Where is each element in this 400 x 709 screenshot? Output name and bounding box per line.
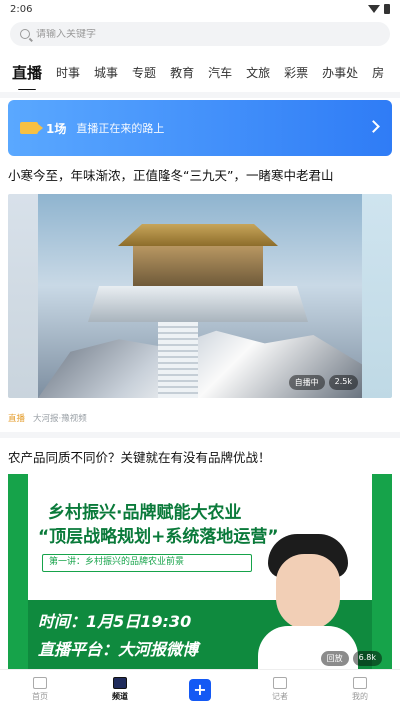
nav-channels-label: 频道 [112, 692, 128, 701]
status-time: 2:06 [10, 3, 33, 15]
tab-education[interactable]: 教育 [170, 64, 194, 81]
home-icon [33, 677, 47, 689]
live-banner[interactable]: 1场 直播正在来的路上 [8, 100, 392, 156]
temple-roof [118, 224, 278, 246]
promo-title: 乡村振兴·品牌赋能大农业 [48, 503, 242, 523]
tab-topics[interactable]: 专题 [132, 64, 156, 81]
nav-reporter[interactable]: 记者 [240, 670, 320, 709]
wifi-icon [368, 5, 380, 13]
battery-icon [384, 4, 390, 14]
view-count-badge: 6.8k [352, 651, 382, 666]
reporter-icon [273, 677, 287, 689]
live-banner-text: 直播正在来的路上 [76, 122, 165, 135]
plus-icon: + [189, 678, 211, 701]
temple-stairs [158, 322, 198, 398]
article-meta: 直播 大河报·豫视频 [8, 412, 87, 424]
image-side-left [8, 194, 38, 398]
view-count-badge: 2.5k [328, 375, 358, 390]
nav-me-label: 我的 [352, 692, 368, 701]
article-title[interactable]: 小寒今至，年味渐浓，正值隆冬“三九天”，一睹寒中老君山 [8, 168, 392, 184]
article-image-temple[interactable]: 自播中 2.5k [8, 194, 392, 398]
video-overlay: 回放 6.8k [320, 651, 382, 666]
section-divider [0, 92, 400, 98]
article-image-promo[interactable]: 乡村振兴·品牌赋能大农业 “顶层战略规划+系统落地运营” 第一讲：乡村振兴的品牌… [8, 474, 392, 670]
video-camera-icon [20, 122, 43, 134]
tab-lottery[interactable]: 彩票 [284, 64, 308, 81]
article-tag: 直播 [8, 414, 26, 424]
nav-home-label: 首页 [32, 692, 48, 701]
promo-subtitle: “顶层战略规划+系统落地运营” [38, 527, 279, 547]
article-title[interactable]: 农产品同质不同价？关键就在有没有品牌优战！ [8, 450, 392, 466]
status-icons [368, 4, 390, 14]
search-input[interactable] [36, 28, 356, 40]
search-icon [20, 29, 30, 39]
live-count: 1场 [46, 121, 67, 136]
profile-icon [353, 677, 367, 689]
nav-channels[interactable]: 频道 [80, 670, 160, 709]
speaker-photo [258, 534, 358, 670]
tab-news[interactable]: 时事 [56, 64, 80, 81]
tab-live[interactable]: 直播 [12, 62, 42, 90]
video-overlay: 自播中 2.5k [288, 375, 358, 390]
nav-me[interactable]: 我的 [320, 670, 400, 709]
promo-platform: 直播平台：大河报微博 [38, 640, 199, 659]
temple-body [133, 246, 263, 286]
tab-culture-travel[interactable]: 文旅 [246, 64, 270, 81]
section-divider [0, 432, 400, 438]
channel-icon [113, 677, 127, 689]
nav-add[interactable]: + [160, 670, 240, 709]
tab-city[interactable]: 城事 [94, 64, 118, 81]
nav-reporter-label: 记者 [272, 692, 288, 701]
bottom-nav: 首页 频道 + 记者 我的 [0, 669, 400, 709]
tab-auto[interactable]: 汽车 [208, 64, 232, 81]
status-bar: 2:06 [0, 0, 400, 18]
replay-badge: 回放 [320, 651, 349, 666]
channel-tabs: 直播 时事 城事 专题 教育 汽车 文旅 彩票 办事处 房 [0, 54, 400, 90]
nav-home[interactable]: 首页 [0, 670, 80, 709]
image-side-right [362, 194, 392, 398]
search-bar[interactable] [10, 22, 390, 46]
article-source: 大河报·豫视频 [33, 414, 87, 424]
tab-office[interactable]: 办事处 [322, 64, 358, 81]
temple-base [88, 286, 308, 322]
chevron-right-icon [367, 120, 380, 133]
live-status-badge: 自播中 [288, 375, 325, 390]
tab-housing[interactable]: 房 [372, 64, 384, 81]
promo-time: 时间：1月5日19:30 [38, 612, 192, 631]
speaker-face [276, 554, 340, 630]
promo-lecture: 第一讲：乡村振兴的品牌农业前景 [42, 554, 252, 572]
